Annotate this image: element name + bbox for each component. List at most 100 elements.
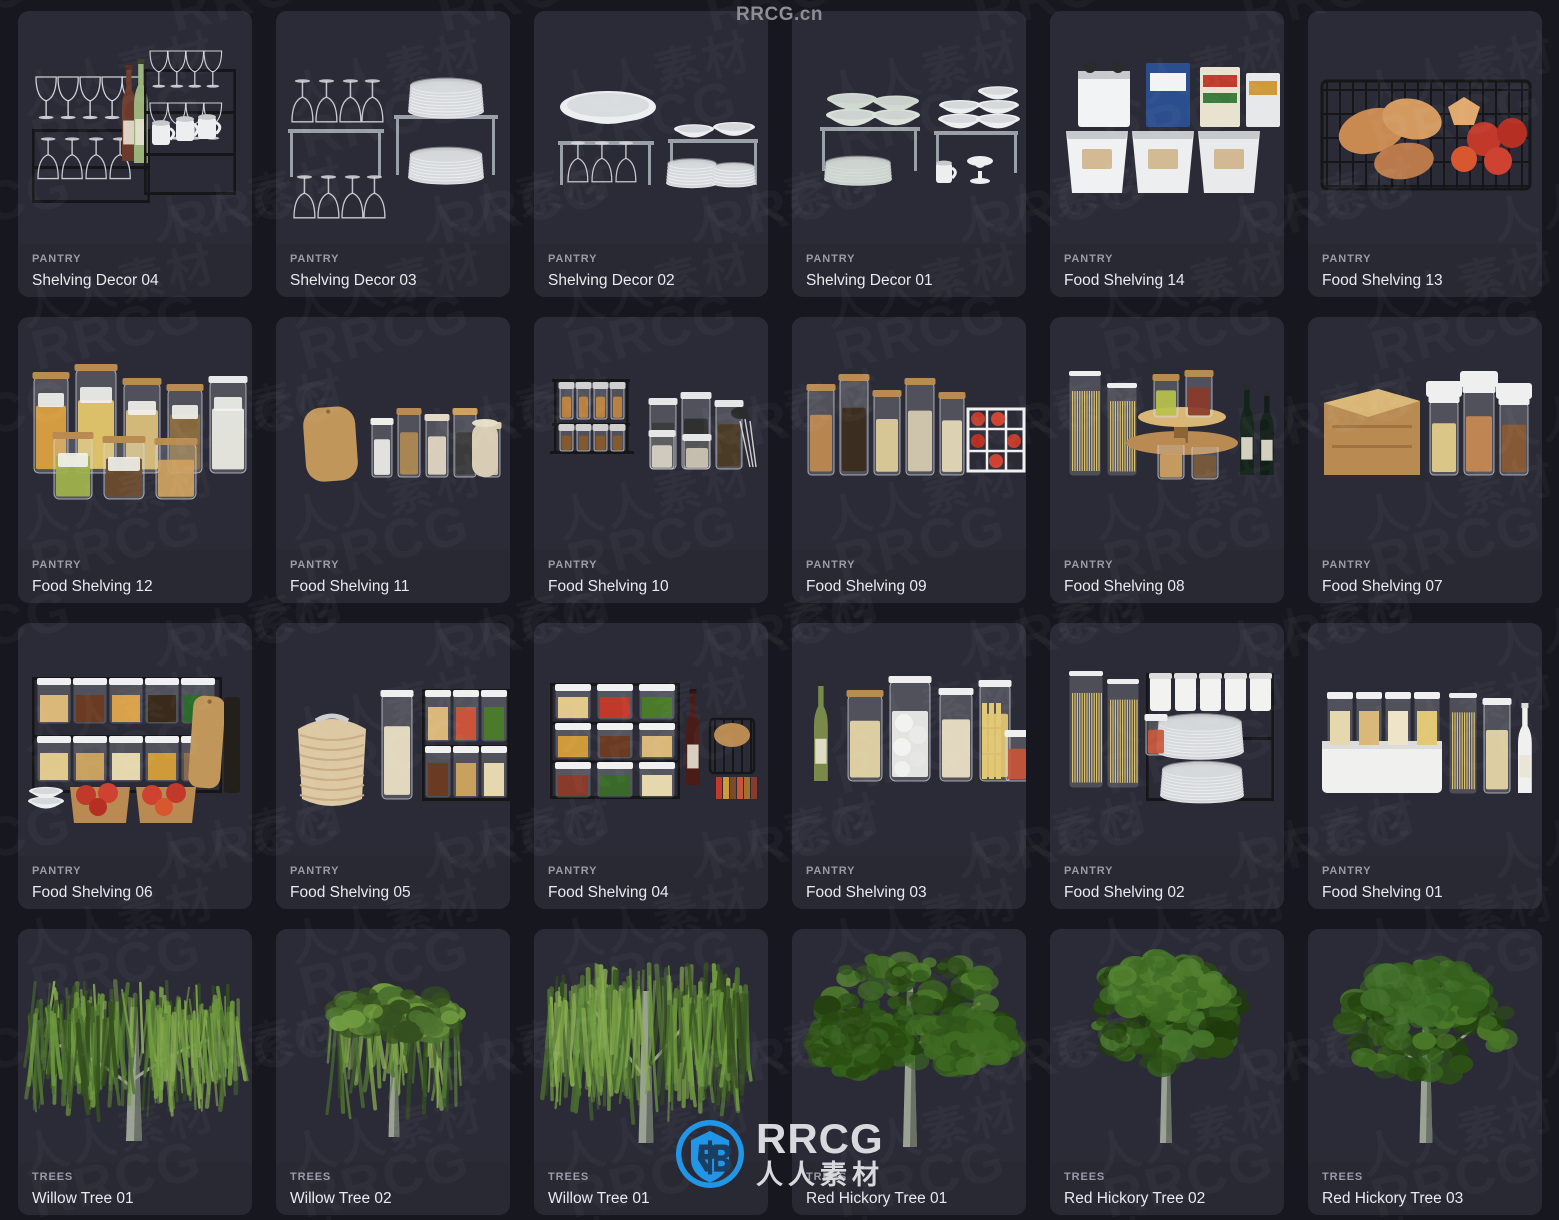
watermark-top-text: RRCG.cn bbox=[736, 4, 823, 25]
asset-card[interactable]: PANTRY Shelving Decor 02 bbox=[534, 11, 768, 297]
asset-card[interactable]: PANTRY Food Shelving 09 bbox=[792, 317, 1026, 603]
asset-title: Food Shelving 09 bbox=[806, 578, 927, 595]
asset-meta: PANTRY Shelving Decor 04 bbox=[18, 244, 252, 297]
asset-category: PANTRY bbox=[1322, 865, 1372, 877]
asset-thumbnail[interactable] bbox=[1050, 623, 1284, 856]
asset-card[interactable]: PANTRY Food Shelving 04 bbox=[534, 623, 768, 909]
asset-card[interactable]: PANTRY Food Shelving 05 bbox=[276, 623, 510, 909]
asset-thumbnail[interactable] bbox=[18, 11, 252, 244]
asset-title: Red Hickory Tree 02 bbox=[1064, 1190, 1206, 1207]
asset-thumbnail[interactable] bbox=[1308, 623, 1542, 856]
asset-meta: PANTRY Food Shelving 04 bbox=[534, 856, 768, 909]
asset-title: Shelving Decor 04 bbox=[32, 272, 159, 289]
asset-thumbnail[interactable] bbox=[276, 623, 510, 856]
asset-meta: TREES Willow Tree 01 bbox=[18, 1162, 252, 1215]
asset-meta: PANTRY Food Shelving 14 bbox=[1050, 244, 1284, 297]
asset-thumbnail[interactable] bbox=[534, 317, 768, 550]
asset-card[interactable]: PANTRY Food Shelving 06 bbox=[18, 623, 252, 909]
asset-thumbnail[interactable] bbox=[276, 317, 510, 550]
asset-thumbnail[interactable] bbox=[1308, 929, 1542, 1162]
asset-card[interactable]: PANTRY Food Shelving 01 bbox=[1308, 623, 1542, 909]
asset-card[interactable]: PANTRY Shelving Decor 01 bbox=[792, 11, 1026, 297]
asset-meta: PANTRY Shelving Decor 02 bbox=[534, 244, 768, 297]
asset-meta: PANTRY Shelving Decor 01 bbox=[792, 244, 1026, 297]
asset-title: Food Shelving 12 bbox=[32, 578, 153, 595]
rrcg-logo-icon bbox=[676, 1119, 744, 1188]
rrcg-brand-watermark: RRCG 人人素材 bbox=[676, 1118, 884, 1189]
asset-thumbnail[interactable] bbox=[1050, 11, 1284, 244]
asset-thumbnail[interactable] bbox=[792, 11, 1026, 244]
asset-title: Willow Tree 02 bbox=[290, 1190, 392, 1207]
asset-meta: TREES Red Hickory Tree 02 bbox=[1050, 1162, 1284, 1215]
asset-thumbnail[interactable] bbox=[792, 317, 1026, 550]
asset-card[interactable]: PANTRY Food Shelving 08 bbox=[1050, 317, 1284, 603]
asset-meta: PANTRY Shelving Decor 03 bbox=[276, 244, 510, 297]
asset-meta: PANTRY Food Shelving 13 bbox=[1308, 244, 1542, 297]
asset-category: PANTRY bbox=[548, 559, 598, 571]
asset-meta: PANTRY Food Shelving 05 bbox=[276, 856, 510, 909]
asset-thumbnail[interactable] bbox=[534, 11, 768, 244]
asset-category: PANTRY bbox=[1064, 253, 1114, 265]
asset-card[interactable]: PANTRY Food Shelving 07 bbox=[1308, 317, 1542, 603]
asset-category: TREES bbox=[32, 1171, 74, 1183]
asset-category: PANTRY bbox=[548, 253, 598, 265]
asset-card[interactable]: PANTRY Food Shelving 12 bbox=[18, 317, 252, 603]
asset-thumbnail[interactable] bbox=[18, 317, 252, 550]
asset-thumbnail[interactable] bbox=[1050, 317, 1284, 550]
asset-title: Shelving Decor 01 bbox=[806, 272, 933, 289]
asset-thumbnail[interactable] bbox=[276, 11, 510, 244]
asset-category: PANTRY bbox=[806, 559, 856, 571]
brand-text-block: RRCG 人人素材 bbox=[756, 1118, 884, 1189]
asset-category: PANTRY bbox=[1322, 559, 1372, 571]
asset-title: Food Shelving 01 bbox=[1322, 884, 1443, 901]
asset-meta: PANTRY Food Shelving 02 bbox=[1050, 856, 1284, 909]
asset-card[interactable]: PANTRY Food Shelving 02 bbox=[1050, 623, 1284, 909]
asset-thumbnail[interactable] bbox=[1308, 11, 1542, 244]
asset-title: Food Shelving 03 bbox=[806, 884, 927, 901]
asset-category: PANTRY bbox=[32, 865, 82, 877]
asset-meta: TREES Willow Tree 02 bbox=[276, 1162, 510, 1215]
asset-thumbnail[interactable] bbox=[18, 623, 252, 856]
asset-card[interactable]: TREES Willow Tree 02 bbox=[276, 929, 510, 1215]
asset-title: Shelving Decor 03 bbox=[290, 272, 417, 289]
asset-card[interactable]: TREES Willow Tree 01 bbox=[18, 929, 252, 1215]
asset-meta: PANTRY Food Shelving 03 bbox=[792, 856, 1026, 909]
asset-thumbnail[interactable] bbox=[534, 623, 768, 856]
asset-card[interactable]: PANTRY Food Shelving 03 bbox=[792, 623, 1026, 909]
asset-meta: TREES Red Hickory Tree 03 bbox=[1308, 1162, 1542, 1215]
asset-card[interactable]: PANTRY Food Shelving 14 bbox=[1050, 11, 1284, 297]
asset-title: Food Shelving 13 bbox=[1322, 272, 1443, 289]
asset-meta: PANTRY Food Shelving 10 bbox=[534, 550, 768, 603]
asset-category: PANTRY bbox=[290, 559, 340, 571]
asset-card[interactable]: PANTRY Shelving Decor 03 bbox=[276, 11, 510, 297]
asset-meta: PANTRY Food Shelving 08 bbox=[1050, 550, 1284, 603]
asset-title: Shelving Decor 02 bbox=[548, 272, 675, 289]
asset-category: PANTRY bbox=[32, 559, 82, 571]
asset-card[interactable]: PANTRY Food Shelving 10 bbox=[534, 317, 768, 603]
asset-card[interactable]: PANTRY Shelving Decor 04 bbox=[18, 11, 252, 297]
asset-title: Red Hickory Tree 01 bbox=[806, 1190, 948, 1207]
asset-title: Food Shelving 14 bbox=[1064, 272, 1185, 289]
asset-category: PANTRY bbox=[1064, 559, 1114, 571]
asset-thumbnail[interactable] bbox=[792, 623, 1026, 856]
asset-card[interactable]: PANTRY Food Shelving 13 bbox=[1308, 11, 1542, 297]
brand-name: RRCG bbox=[756, 1115, 884, 1162]
asset-meta: PANTRY Food Shelving 09 bbox=[792, 550, 1026, 603]
asset-category: PANTRY bbox=[548, 865, 598, 877]
asset-meta: PANTRY Food Shelving 11 bbox=[276, 550, 510, 603]
asset-title: Food Shelving 07 bbox=[1322, 578, 1443, 595]
asset-title: Food Shelving 11 bbox=[290, 578, 410, 595]
asset-category: TREES bbox=[1322, 1171, 1364, 1183]
asset-title: Food Shelving 06 bbox=[32, 884, 153, 901]
asset-card[interactable]: TREES Red Hickory Tree 03 bbox=[1308, 929, 1542, 1215]
asset-title: Red Hickory Tree 03 bbox=[1322, 1190, 1464, 1207]
asset-thumbnail[interactable] bbox=[276, 929, 510, 1162]
asset-card[interactable]: TREES Red Hickory Tree 02 bbox=[1050, 929, 1284, 1215]
asset-thumbnail[interactable] bbox=[1308, 317, 1542, 550]
asset-category: PANTRY bbox=[1064, 865, 1114, 877]
asset-card[interactable]: PANTRY Food Shelving 11 bbox=[276, 317, 510, 603]
asset-thumbnail[interactable] bbox=[1050, 929, 1284, 1162]
asset-thumbnail[interactable] bbox=[18, 929, 252, 1162]
asset-grid: PANTRY Shelving Decor 04 PANTRY Shelving… bbox=[18, 11, 1542, 1215]
asset-meta: PANTRY Food Shelving 06 bbox=[18, 856, 252, 909]
